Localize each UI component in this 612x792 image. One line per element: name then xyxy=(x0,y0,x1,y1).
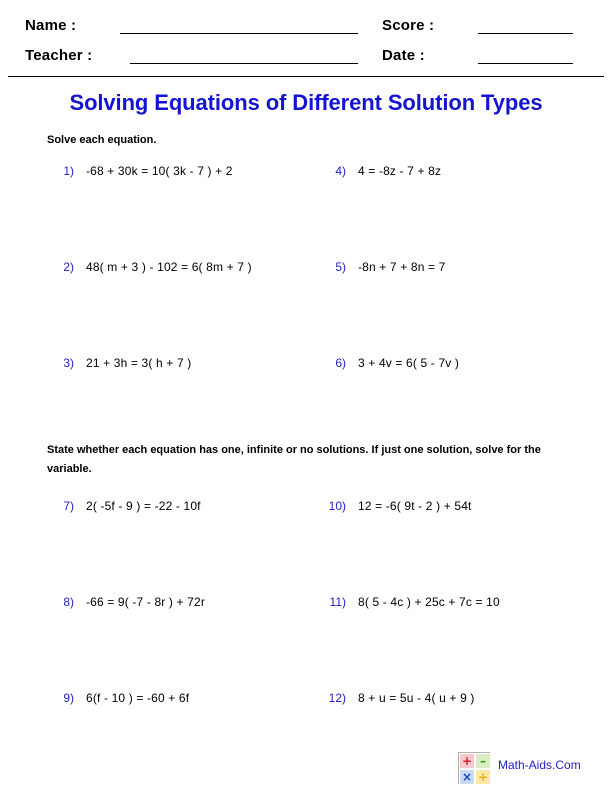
problem-equation: 48( m + 3 ) - 102 = 6( 8m + 7 ) xyxy=(86,260,252,274)
problem-number: 5) xyxy=(335,260,346,274)
problem-number: 2) xyxy=(63,260,74,274)
problem-equation: 21 + 3h = 3( h + 7 ) xyxy=(86,356,192,370)
problem-number: 11) xyxy=(329,595,346,609)
section-2-instruction: State whether each equation has one, inf… xyxy=(47,444,541,475)
plus-icon: + xyxy=(459,753,475,769)
page-title: Solving Equations of Different Solution … xyxy=(69,90,543,115)
divide-icon: ÷ xyxy=(475,769,491,785)
multiply-icon: × xyxy=(459,769,475,785)
problem-equation: 8 + u = 5u - 4( u + 9 ) xyxy=(358,691,475,705)
name-label: Name : xyxy=(25,17,77,34)
problem-item: 7) 2( -5f - 9 ) = -22 - 10f xyxy=(48,499,201,519)
date-label: Date : xyxy=(382,47,425,64)
problem-number: 12) xyxy=(328,691,346,705)
problem-equation: 2( -5f - 9 ) = -22 - 10f xyxy=(86,499,201,513)
problem-item: 4) 4 = -8z - 7 + 8z xyxy=(320,164,441,184)
problem-item: 9) 6(f - 10 ) = -60 + 6f xyxy=(48,691,189,711)
problem-equation: 3 + 4v = 6( 5 - 7v ) xyxy=(358,356,460,370)
problem-equation: -68 + 30k = 10( 3k - 7 ) + 2 xyxy=(86,164,233,178)
problem-item: 12) 8 + u = 5u - 4( u + 9 ) xyxy=(320,691,475,711)
score-label: Score : xyxy=(382,17,435,34)
score-input-line[interactable] xyxy=(478,33,573,34)
problem-number: 6) xyxy=(335,356,346,370)
problem-item: 3) 21 + 3h = 3( h + 7 ) xyxy=(48,356,191,376)
problem-number: 8) xyxy=(63,595,74,609)
problem-item: 5) -8n + 7 + 8n = 7 xyxy=(320,260,445,280)
date-input-line[interactable] xyxy=(478,63,573,64)
problem-number: 9) xyxy=(63,691,74,705)
math-operators-logo-grid: + – × ÷ xyxy=(458,752,491,785)
header-divider xyxy=(8,76,604,77)
site-name-label: Math-Aids.Com xyxy=(498,758,581,772)
problem-item: 1) -68 + 30k = 10( 3k - 7 ) + 2 xyxy=(48,164,233,184)
problem-number: 10) xyxy=(328,499,346,513)
problem-item: 10) 12 = -6( 9t - 2 ) + 54t xyxy=(320,499,472,519)
problem-equation: 4 = -8z - 7 + 8z xyxy=(358,164,442,178)
teacher-input-line[interactable] xyxy=(130,63,358,64)
problem-number: 7) xyxy=(63,499,74,513)
problem-number: 3) xyxy=(63,356,74,370)
problem-number: 4) xyxy=(335,164,346,178)
minus-icon: – xyxy=(475,753,491,769)
section-1-instruction: Solve each equation. xyxy=(47,134,157,146)
worksheet-header: Name : Teacher : Score : Date : xyxy=(0,0,612,76)
problem-equation: 8( 5 - 4c ) + 25c + 7c = 10 xyxy=(358,595,500,609)
name-input-line[interactable] xyxy=(120,33,358,34)
problem-number: 1) xyxy=(63,164,74,178)
problem-item: 6) 3 + 4v = 6( 5 - 7v ) xyxy=(320,356,459,376)
problem-equation: 6(f - 10 ) = -60 + 6f xyxy=(86,691,190,705)
problem-item: 11) 8( 5 - 4c ) + 25c + 7c = 10 xyxy=(320,595,500,615)
problem-equation: 12 = -6( 9t - 2 ) + 54t xyxy=(358,499,472,513)
teacher-label: Teacher : xyxy=(25,47,93,64)
problem-equation: -8n + 7 + 8n = 7 xyxy=(358,260,446,274)
problem-item: 8) -66 = 9( -7 - 8r ) + 72r xyxy=(48,595,205,615)
problem-equation: -66 = 9( -7 - 8r ) + 72r xyxy=(86,595,205,609)
problem-item: 2) 48( m + 3 ) - 102 = 6( 8m + 7 ) xyxy=(48,260,252,280)
